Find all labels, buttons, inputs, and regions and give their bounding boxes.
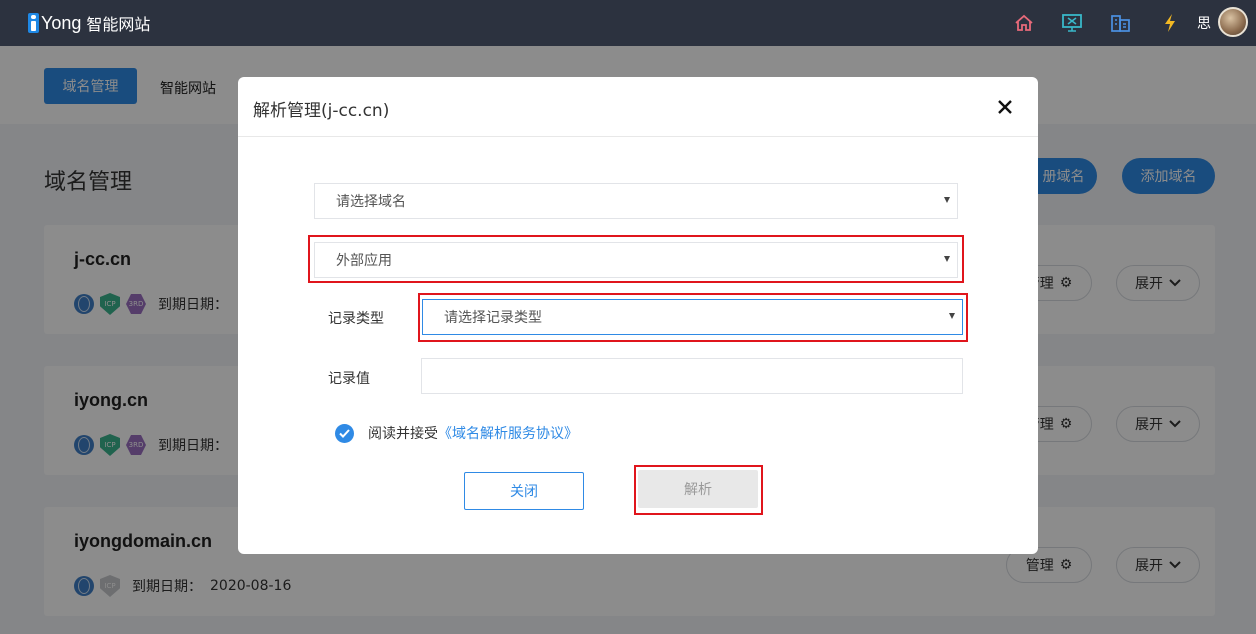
caret-down-icon: [944, 197, 950, 203]
user-avatar[interactable]: [1218, 7, 1248, 37]
highlight-box: [308, 235, 964, 283]
logo-mark: [28, 13, 39, 33]
app-logo[interactable]: Yong 智能网站: [28, 10, 150, 36]
highlight-box: [634, 465, 763, 515]
lightning-icon[interactable]: [1158, 11, 1182, 35]
agree-label: 阅读并接受: [368, 426, 438, 442]
agree-text: 阅读并接受《域名解析服务协议》: [368, 423, 578, 443]
record-value-label: 记录值: [328, 371, 370, 387]
domain-select[interactable]: 请选择域名: [314, 183, 958, 219]
close-button[interactable]: 关闭: [464, 472, 584, 510]
monitor-icon[interactable]: [1060, 11, 1084, 35]
dns-resolve-dialog: 解析管理(j-cc.cn) 请选择域名 外部应用 记录类型 请选择记录类型 记录…: [238, 77, 1038, 554]
domain-select-value: 请选择域名: [336, 194, 406, 210]
home-icon[interactable]: [1012, 11, 1036, 35]
agree-checkbox[interactable]: [335, 424, 354, 443]
service-agreement-link[interactable]: 《域名解析服务协议》: [438, 426, 578, 442]
record-type-label: 记录类型: [328, 311, 384, 327]
record-value-input[interactable]: [421, 358, 963, 394]
dialog-header: 解析管理(j-cc.cn): [238, 77, 1038, 137]
building-icon[interactable]: [1109, 11, 1133, 35]
logo-word: Yong: [41, 12, 82, 33]
user-name[interactable]: 思: [1197, 13, 1211, 33]
logo-subtitle: 智能网站: [86, 15, 151, 34]
close-icon[interactable]: [993, 95, 1017, 119]
top-nav-bar: Yong 智能网站 思: [0, 0, 1256, 46]
dialog-title: 解析管理(j-cc.cn): [253, 101, 390, 121]
highlight-box: [418, 293, 968, 342]
